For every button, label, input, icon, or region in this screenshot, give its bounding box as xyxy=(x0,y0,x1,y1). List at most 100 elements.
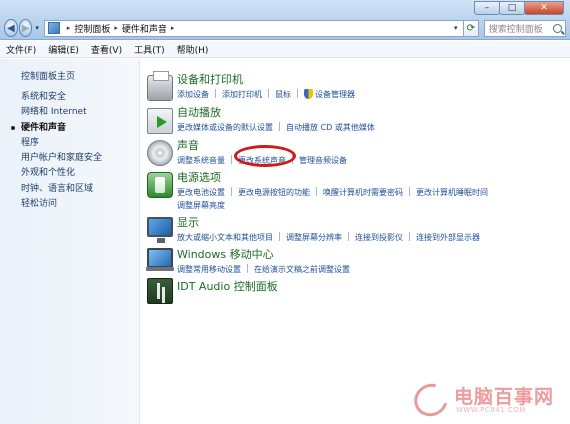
category-links: 调整常用移动设置 在给演示文稿之前调整设置 xyxy=(177,263,567,276)
link-change-media-defaults[interactable]: 更改媒体或设备的默认设置 xyxy=(177,123,273,132)
close-button[interactable]: ✕ xyxy=(524,1,564,15)
uac-shield-icon xyxy=(304,89,313,99)
maximize-button[interactable]: □ xyxy=(499,1,525,15)
category-title[interactable]: IDT Audio 控制面板 xyxy=(177,278,278,294)
category-title[interactable]: 自动播放 xyxy=(177,104,221,120)
category-title[interactable]: Windows 移动中心 xyxy=(177,246,274,262)
category-links: 更改媒体或设备的默认设置 自动播放 CD 或其他媒体 xyxy=(177,121,567,134)
sidebar-list: 系统和安全 网络和 Internet 硬件和声音 程序 用户帐户和家庭安全 外观… xyxy=(10,90,102,212)
category-autoplay: 自动播放 更改媒体或设备的默认设置 自动播放 CD 或其他媒体 xyxy=(141,104,570,134)
link-autoplay-cd[interactable]: 自动播放 CD 或其他媒体 xyxy=(286,123,375,132)
link-add-device[interactable]: 添加设备 xyxy=(177,90,209,99)
sidebar-item-programs[interactable]: 程序 xyxy=(21,136,102,151)
refresh-button[interactable]: ⟳ xyxy=(463,19,479,37)
category-mobility-center: Windows 移动中心 调整常用移动设置 在给演示文稿之前调整设置 xyxy=(141,246,570,276)
category-sound: 声音 调整系统音量 更改系统声音 管理音频设备 xyxy=(141,137,570,167)
link-change-system-sounds[interactable]: 更改系统声音 xyxy=(238,156,286,165)
category-power-options: 电源选项 更改电池设置 更改电源按钮的功能 唤醒计算机时需要密码 更改计算机睡眠时间调… xyxy=(141,169,570,211)
sidebar-item-ease-of-access[interactable]: 轻松访问 xyxy=(21,197,102,212)
minimize-button[interactable]: – xyxy=(474,1,500,15)
category-links: 调整系统音量 更改系统声音 管理音频设备 xyxy=(177,154,567,167)
navigation-bar: ◀ ▶ ▾ ▸ 控制面板 ▸ 硬件和声音 ▸ ▾ ⟳ 搜索控制面板 xyxy=(4,18,566,38)
link-divider xyxy=(348,232,349,241)
menu-file[interactable]: 文件(F) xyxy=(6,43,36,56)
address-dropdown-icon[interactable]: ▾ xyxy=(449,24,463,32)
idt-audio-icon[interactable] xyxy=(147,278,173,304)
menu-edit[interactable]: 编辑(E) xyxy=(48,43,79,56)
link-divider xyxy=(231,187,232,196)
printer-icon[interactable] xyxy=(147,71,173,101)
title-bar: – □ ✕ ◀ ▶ ▾ ▸ 控制面板 ▸ 硬件和声音 ▸ ▾ ⟳ 搜索控制面板 xyxy=(0,0,570,40)
link-divider xyxy=(279,122,280,131)
link-divider xyxy=(268,89,269,98)
link-common-mobility-settings[interactable]: 调整常用移动设置 xyxy=(177,265,241,274)
link-add-printer[interactable]: 添加打印机 xyxy=(222,90,262,99)
link-power-button-function[interactable]: 更改电源按钮的功能 xyxy=(238,188,310,197)
sidebar-home-link[interactable]: 控制面板主页 xyxy=(21,69,75,82)
sidebar-item-appearance[interactable]: 外观和个性化 xyxy=(21,166,102,181)
menu-view[interactable]: 查看(V) xyxy=(91,43,122,56)
menu-tools[interactable]: 工具(T) xyxy=(134,43,165,56)
breadcrumb-hardware-sound[interactable]: 硬件和声音 xyxy=(122,22,167,35)
category-title[interactable]: 设备和打印机 xyxy=(177,71,243,87)
category-links: 放大或缩小文本和其他项目 调整屏幕分辨率 连接到投影仪 连接到外部显示器 xyxy=(177,231,567,244)
sidebar-item-user-accounts[interactable]: 用户帐户和家庭安全 xyxy=(21,151,102,166)
link-require-password-wakeup[interactable]: 唤醒计算机时需要密码 xyxy=(323,188,403,197)
link-presentation-settings[interactable]: 在给演示文稿之前调整设置 xyxy=(254,265,350,274)
category-devices-printers: 设备和打印机 添加设备 添加打印机 鼠标 设备管理器 xyxy=(141,71,570,101)
power-icon[interactable] xyxy=(147,172,173,198)
sidebar-item-system-security[interactable]: 系统和安全 xyxy=(21,90,102,105)
control-panel-icon xyxy=(47,22,60,34)
display-icon[interactable] xyxy=(147,217,173,243)
link-divider xyxy=(247,264,248,273)
link-divider xyxy=(279,232,280,241)
search-box[interactable]: 搜索控制面板 xyxy=(483,19,566,37)
link-connect-projector[interactable]: 连接到投影仪 xyxy=(355,233,403,242)
link-screen-resolution[interactable]: 调整屏幕分辨率 xyxy=(286,233,342,242)
category-title[interactable]: 电源选项 xyxy=(177,169,221,185)
breadcrumb-separator[interactable]: ▸ xyxy=(67,24,71,32)
forward-button[interactable]: ▶ xyxy=(18,19,33,37)
recent-pages-dropdown[interactable]: ▾ xyxy=(33,24,40,32)
sidebar-item-hardware-sound[interactable]: 硬件和声音 xyxy=(10,121,102,136)
category-title[interactable]: 声音 xyxy=(177,137,199,153)
breadcrumb-control-panel[interactable]: 控制面板 xyxy=(74,22,110,35)
watermark-url: WWW.PC841.COM xyxy=(456,406,526,414)
back-button[interactable]: ◀ xyxy=(4,19,18,37)
link-change-sleep-time[interactable]: 更改计算机睡眠时间 xyxy=(416,188,488,197)
sidebar-item-network-internet[interactable]: 网络和 Internet xyxy=(21,105,102,120)
link-divider xyxy=(231,155,232,164)
link-connect-external-display[interactable]: 连接到外部显示器 xyxy=(416,233,480,242)
sound-icon[interactable] xyxy=(147,140,173,166)
link-divider xyxy=(409,232,410,241)
link-adjust-volume[interactable]: 调整系统音量 xyxy=(177,156,225,165)
category-display: 显示 放大或缩小文本和其他项目 调整屏幕分辨率 连接到投影仪 连接到外部显示器 xyxy=(141,214,570,244)
link-divider xyxy=(215,89,216,98)
category-links: 添加设备 添加打印机 鼠标 设备管理器 xyxy=(177,88,567,101)
sidebar-item-clock-language-region[interactable]: 时钟、语言和区域 xyxy=(21,182,102,197)
watermark: 电脑百事网 WWW.PC841.COM xyxy=(408,377,564,423)
mobility-center-icon[interactable] xyxy=(146,248,174,271)
search-placeholder[interactable]: 搜索控制面板 xyxy=(489,22,543,35)
menu-help[interactable]: 帮助(H) xyxy=(177,43,209,56)
link-divider xyxy=(297,89,298,98)
autoplay-icon[interactable] xyxy=(147,108,173,134)
link-change-battery-settings[interactable]: 更改电池设置 xyxy=(177,188,225,197)
category-title[interactable]: 显示 xyxy=(177,214,199,230)
watermark-logo-icon xyxy=(408,377,454,423)
main-content: 设备和打印机 添加设备 添加打印机 鼠标 设备管理器 自动播放 更改媒体或设备的默认设… xyxy=(141,59,570,424)
breadcrumb-separator[interactable]: ▸ xyxy=(114,24,118,32)
link-divider xyxy=(316,187,317,196)
watermark-text: 电脑百事网 xyxy=(454,386,555,408)
menu-bar: 文件(F) 编辑(E) 查看(V) 工具(T) 帮助(H) xyxy=(0,41,570,58)
link-divider xyxy=(409,187,410,196)
sidebar: 控制面板主页 系统和安全 网络和 Internet 硬件和声音 程序 用户帐户和… xyxy=(0,59,140,424)
link-mouse[interactable]: 鼠标 xyxy=(275,90,291,99)
link-adjust-brightness[interactable]: 调整屏幕亮度 xyxy=(177,201,225,210)
link-manage-audio-devices[interactable]: 管理音频设备 xyxy=(299,156,347,165)
breadcrumb-separator[interactable]: ▸ xyxy=(171,24,175,32)
link-device-manager[interactable]: 设备管理器 xyxy=(315,90,355,99)
address-bar[interactable]: ▸ 控制面板 ▸ 硬件和声音 ▸ ▾ xyxy=(43,19,464,37)
search-icon[interactable] xyxy=(553,23,562,33)
link-text-size[interactable]: 放大或缩小文本和其他项目 xyxy=(177,233,273,242)
